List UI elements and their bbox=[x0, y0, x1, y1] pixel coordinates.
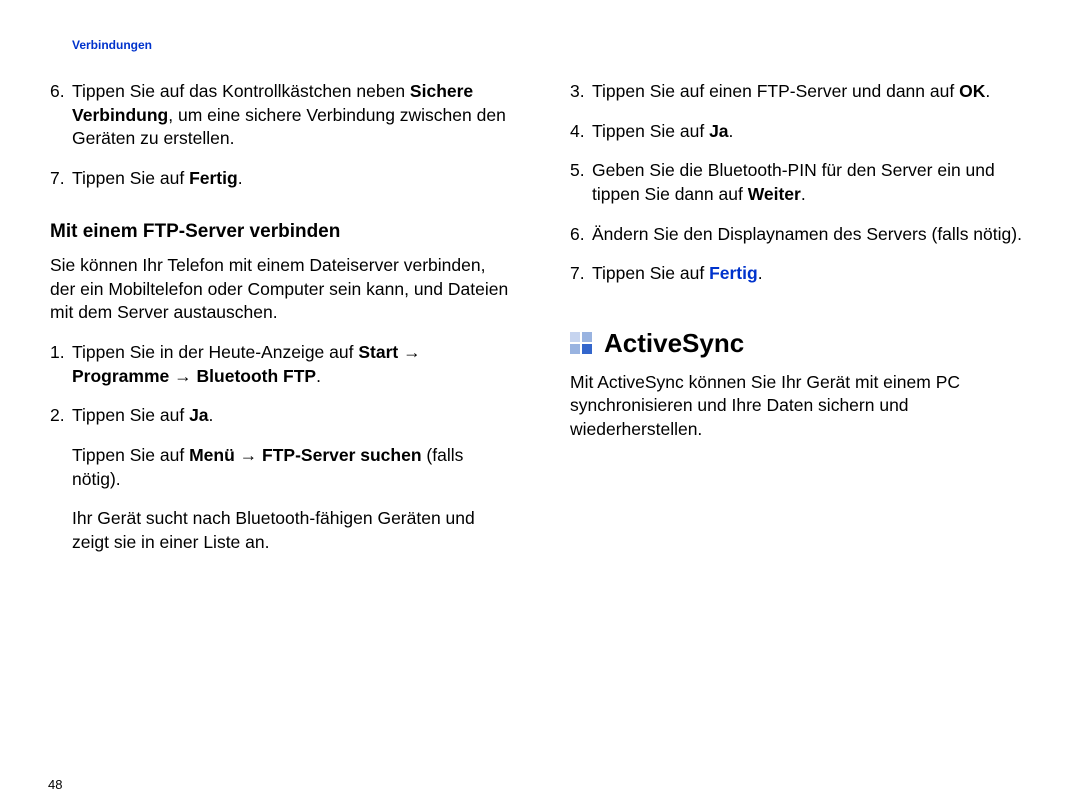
text: Tippen Sie auf bbox=[592, 121, 709, 141]
bold: Menü bbox=[189, 445, 235, 465]
left-column: 6. Tippen Sie auf das Kontrollkästchen n… bbox=[50, 80, 510, 570]
text: Tippen Sie in der Heute-Anzeige auf bbox=[72, 342, 358, 362]
running-head: Verbindungen bbox=[72, 38, 1030, 52]
ftp-sub-note-1: Tippen Sie auf Menü → FTP-Server suchen … bbox=[72, 444, 510, 491]
bold: Ja bbox=[709, 121, 728, 141]
section-heading-activesync: ActiveSync bbox=[570, 326, 1030, 361]
ftp-step-1: 1. Tippen Sie in der Heute-Anzeige auf S… bbox=[50, 341, 510, 388]
page-number: 48 bbox=[48, 777, 62, 792]
ftp-step-6: 6. Ändern Sie den Displaynamen des Serve… bbox=[570, 223, 1030, 247]
section-title: ActiveSync bbox=[604, 326, 744, 361]
bold: Start bbox=[358, 342, 398, 362]
two-column-layout: 6. Tippen Sie auf das Kontrollkästchen n… bbox=[50, 80, 1030, 570]
bold: Weiter bbox=[748, 184, 801, 204]
link-fertig[interactable]: Fertig bbox=[709, 263, 758, 283]
step-7: 7. Tippen Sie auf Fertig. bbox=[50, 167, 510, 191]
text: Tippen Sie auf bbox=[72, 168, 189, 188]
activesync-intro: Mit ActiveSync können Sie Ihr Gerät mit … bbox=[570, 371, 1030, 442]
step-6: 6. Tippen Sie auf das Kontrollkästchen n… bbox=[50, 80, 510, 151]
ftp-step-7: 7. Tippen Sie auf Fertig. bbox=[570, 262, 1030, 286]
ftp-step-4: 4. Tippen Sie auf Ja. bbox=[570, 120, 1030, 144]
text: . bbox=[209, 405, 214, 425]
ftp-intro: Sie können Ihr Telefon mit einem Dateise… bbox=[50, 254, 510, 325]
right-column: 3. Tippen Sie auf einen FTP-Server und d… bbox=[570, 80, 1030, 570]
text: Tippen Sie auf das Kontrollkästchen nebe… bbox=[72, 81, 410, 101]
squares-icon bbox=[570, 332, 592, 354]
text: Tippen Sie auf bbox=[592, 263, 709, 283]
text: Tippen Sie auf bbox=[72, 405, 189, 425]
ftp-step-5: 5. Geben Sie die Bluetooth-PIN für den S… bbox=[570, 159, 1030, 206]
bold: OK bbox=[959, 81, 985, 101]
bold: Ja bbox=[189, 405, 208, 425]
ftp-sub-note-2: Ihr Gerät sucht nach Bluetooth-fähigen G… bbox=[72, 507, 510, 554]
ftp-step-2: 2. Tippen Sie auf Ja. bbox=[50, 404, 510, 428]
text: . bbox=[238, 168, 243, 188]
text: Tippen Sie auf bbox=[72, 445, 189, 465]
text: Ändern Sie den Displaynamen des Servers … bbox=[592, 223, 1030, 247]
ftp-step-3: 3. Tippen Sie auf einen FTP-Server und d… bbox=[570, 80, 1030, 104]
bold: Fertig bbox=[189, 168, 238, 188]
bold: FTP-Server suchen bbox=[262, 445, 422, 465]
sub-heading-ftp: Mit einem FTP-Server verbinden bbox=[50, 219, 510, 245]
bold: Programme bbox=[72, 366, 169, 386]
bold: Bluetooth FTP bbox=[197, 366, 317, 386]
text: Tippen Sie auf einen FTP-Server und dann… bbox=[592, 81, 959, 101]
